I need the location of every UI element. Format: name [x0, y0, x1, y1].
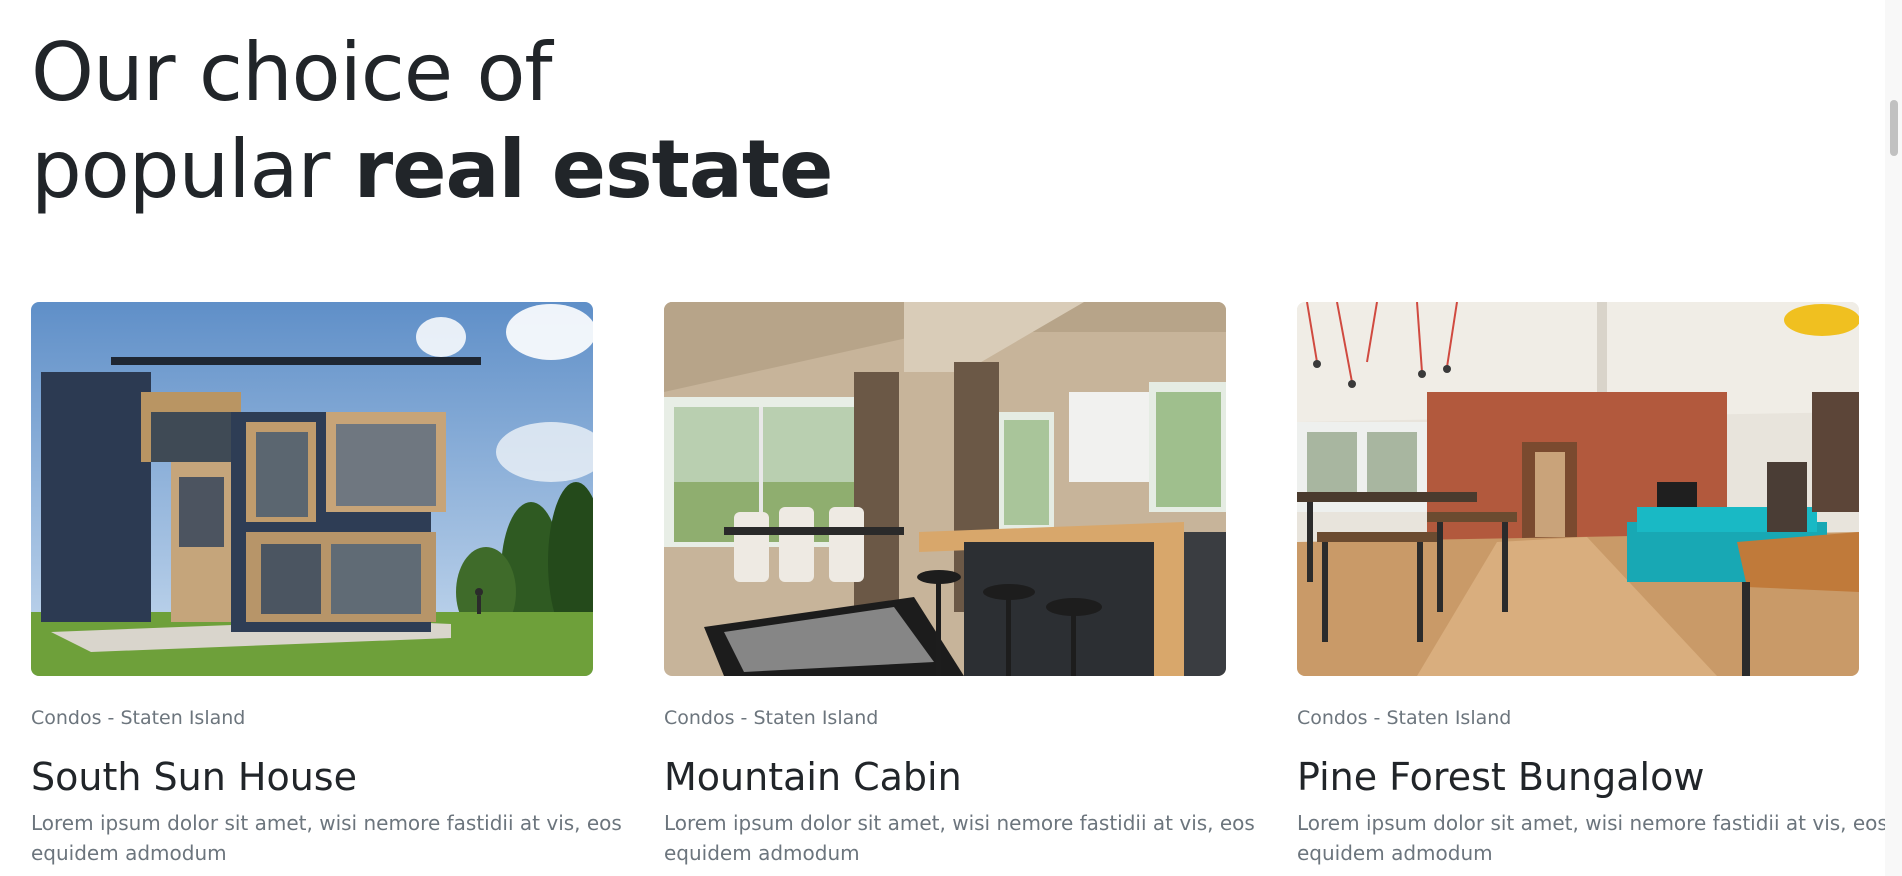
- property-category: Condos - Staten Island: [31, 707, 246, 729]
- heading-line-2-bold: real estate: [353, 123, 834, 216]
- property-title[interactable]: Pine Forest Bungalow: [1297, 754, 1859, 800]
- property-description: Lorem ipsum dolor sit amet, wisi nemore …: [664, 811, 1255, 865]
- heading-line-2-regular: popular: [31, 123, 354, 216]
- property-category: Condos - Staten Island: [664, 707, 879, 729]
- property-image-loft-living-room[interactable]: [1297, 302, 1859, 676]
- property-description: Lorem ipsum dolor sit amet, wisi nemore …: [1297, 811, 1888, 865]
- property-description: Lorem ipsum dolor sit amet, wisi nemore …: [31, 811, 622, 865]
- property-title[interactable]: South Sun House: [31, 754, 593, 800]
- property-card-list: Condos - Staten Island South Sun House L…: [31, 302, 1888, 868]
- section-heading: Our choice of popular real estate: [31, 24, 834, 218]
- property-image-cabin-kitchen[interactable]: [664, 302, 1226, 676]
- property-title[interactable]: Mountain Cabin: [664, 754, 1226, 800]
- property-card[interactable]: Condos - Staten Island South Sun House L…: [31, 302, 622, 868]
- scrollbar-thumb[interactable]: [1890, 100, 1898, 156]
- property-card[interactable]: Condos - Staten Island Pine Forest Bunga…: [1297, 302, 1888, 868]
- property-card[interactable]: Condos - Staten Island Mountain Cabin Lo…: [664, 302, 1255, 868]
- vertical-scrollbar[interactable]: [1885, 0, 1902, 876]
- heading-line-1: Our choice of: [31, 26, 553, 119]
- property-image-modern-house[interactable]: [31, 302, 593, 676]
- property-category: Condos - Staten Island: [1297, 707, 1512, 729]
